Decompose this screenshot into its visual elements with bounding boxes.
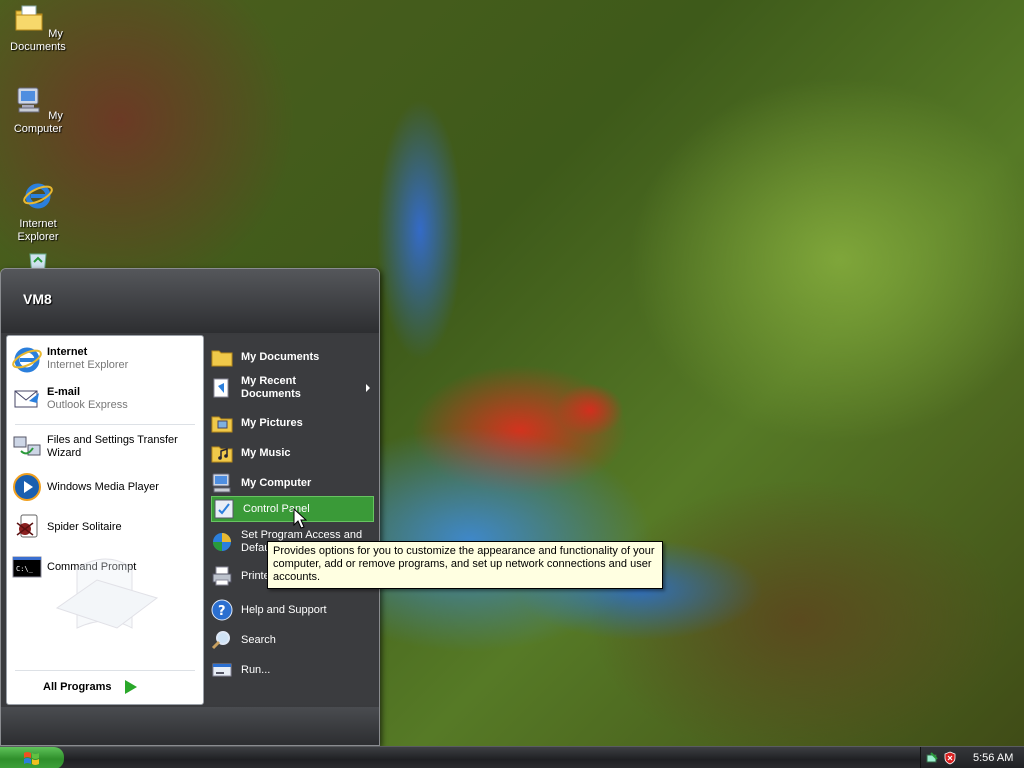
printer-icon [212,566,232,586]
places-my-recent-documents[interactable]: My Recent Documents [210,371,374,405]
recent-program-label: Files and Settings Transfer Wizard [47,434,178,459]
internet-explorer-icon [12,347,42,373]
help-icon: ? [211,599,233,621]
my-computer-icon [17,87,40,113]
desktop-icon-internet-explorer[interactable]: Internet Explorer [0,166,76,244]
pinned-subtitle: Outlook Express [47,399,128,411]
start-menu-footer [1,707,379,745]
clock[interactable]: 5:56 AM [973,752,1013,764]
places-label: My Documents [241,350,320,363]
start-menu-separator [15,670,195,671]
pinned-title: Internet [47,346,88,358]
my-documents-icon [15,5,43,31]
start-menu-user-name: VM8 [1,269,379,333]
places-label: My Pictures [241,416,303,429]
places-run[interactable]: Run... [210,657,374,683]
pinned-title: E-mail [47,386,81,398]
start-menu: VM8 Internet Internet Explorer E-mail Ou… [0,268,380,746]
music-folder-icon [211,446,233,463]
desktop-icon-my-documents[interactable]: My Documents [0,2,76,54]
places-label: My Recent Documents [241,375,301,400]
windows-logo-icon [24,752,39,765]
places-my-computer[interactable]: My Computer [210,470,374,496]
start-menu-separator [15,424,195,425]
pictures-folder-icon [211,416,233,433]
places-help-and-support[interactable]: ? Help and Support [210,597,374,623]
places-my-pictures[interactable]: My Pictures [210,410,374,436]
recent-program-label: Spider Solitaire [47,520,122,533]
program-access-icon [213,533,231,551]
all-programs-button[interactable]: All Programs [43,680,138,694]
places-search[interactable]: Search [210,627,374,653]
recent-program-media-player[interactable]: Windows Media Player [11,470,199,504]
taskbar: 5:56 AM [0,746,1024,768]
search-icon [211,631,230,650]
start-menu-programs-pane: Internet Internet Explorer E-mail Outloo… [6,335,204,705]
recent-documents-icon [213,378,229,398]
places-label: Run... [241,663,271,676]
desktop-icon-label: Internet Explorer [17,218,59,243]
pinned-internet[interactable]: Internet Internet Explorer [11,342,199,376]
start-menu-places-pane: My Documents My Recent Documents My Pict… [206,335,378,705]
my-computer-icon [212,473,231,493]
pinned-email[interactable]: E-mail Outlook Express [11,382,199,416]
internet-explorer-icon [23,183,53,209]
places-label: My Music [241,446,291,459]
media-player-icon [13,473,41,501]
recent-program-transfer-wizard[interactable]: Files and Settings Transfer Wizard [11,430,199,464]
watermark-documents-icon [55,558,159,629]
desktop-icon-my-computer[interactable]: My Computer [0,84,76,136]
outlook-express-icon [14,390,39,408]
spider-solitaire-icon [16,514,38,538]
run-icon [212,663,232,677]
safely-remove-hardware-icon[interactable] [925,751,939,765]
places-my-documents[interactable]: My Documents [210,344,374,370]
command-prompt-icon: C:\_ [12,556,42,578]
control-panel-icon [214,499,234,519]
right-arrow-icon [125,680,138,694]
folder-icon [211,350,233,367]
pinned-subtitle: Internet Explorer [47,359,129,371]
start-button[interactable] [0,747,64,768]
submenu-arrow-icon [366,384,370,392]
system-tray: 5:56 AM [920,747,1024,768]
recent-program-spider-solitaire[interactable]: Spider Solitaire [11,510,199,544]
transfer-wizard-icon [13,436,41,456]
svg-text:?: ? [218,604,226,619]
places-label: Search [241,633,276,646]
places-my-music[interactable]: My Music [210,440,374,466]
security-alert-icon[interactable] [943,751,957,765]
mouse-pointer-icon [293,508,307,529]
places-label: Help and Support [241,603,327,616]
recent-program-label: Windows Media Player [47,480,159,493]
control-panel-tooltip: Provides options for you to customize th… [267,541,663,589]
all-programs-label: All Programs [43,681,112,693]
svg-text:C:\_: C:\_ [16,565,34,573]
places-label: My Computer [241,476,312,489]
